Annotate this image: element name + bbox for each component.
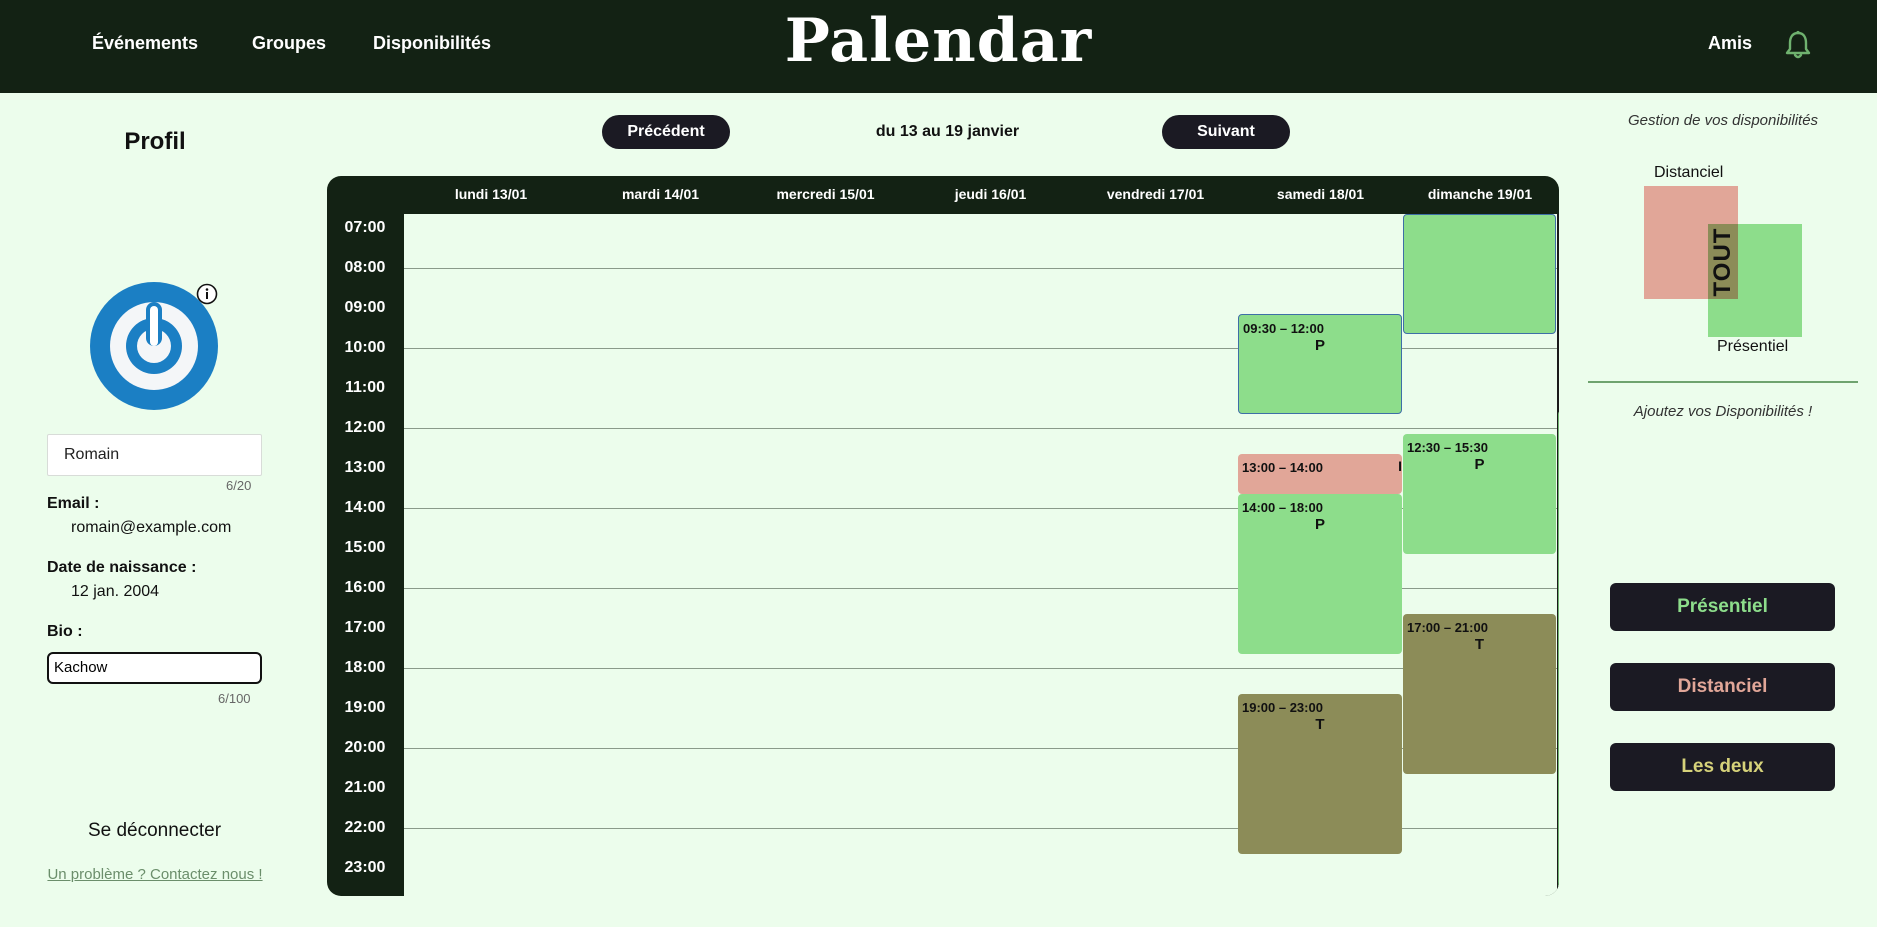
hour-label: 18:00 [344, 659, 386, 676]
calendar-scrollbar-thumb[interactable] [1558, 411, 1559, 896]
availability-type: P [1314, 337, 1325, 354]
legend-tout-label: TOUT [1709, 227, 1736, 297]
next-week-button[interactable]: Suivant [1162, 115, 1290, 149]
day-header: dimanche 19/01 [1427, 186, 1533, 202]
nav-groupes[interactable]: Groupes [252, 33, 326, 54]
availability-time: 19:00 – 23:00 [1242, 700, 1323, 715]
profile-title: Profil [124, 128, 186, 155]
availability-type: T [1315, 716, 1325, 733]
hour-label: 21:00 [344, 779, 386, 796]
hour-label: 23:00 [344, 859, 386, 876]
availability-block[interactable]: 13:00 – 14:00 I [1238, 454, 1402, 494]
top-navbar: Événements Groupes Disponibilités Palend… [0, 0, 1877, 93]
previous-week-button[interactable]: Précédent [602, 115, 730, 149]
grid-line [404, 668, 1558, 669]
nav-disponibilites[interactable]: Disponibilités [373, 33, 491, 54]
day-header: mardi 14/01 [621, 186, 700, 202]
availability-block[interactable]: 19:00 – 23:00 T [1238, 694, 1402, 854]
hour-label: 22:00 [344, 819, 386, 836]
week-range: du 13 au 19 janvier [875, 123, 1020, 140]
bio-input[interactable]: Kachow [47, 652, 262, 684]
hour-label: 10:00 [344, 339, 386, 356]
availability-time: 12:30 – 15:30 [1407, 440, 1488, 455]
availability-time: 09:30 – 12:00 [1243, 321, 1324, 336]
mode-presentiel-button[interactable]: Présentiel [1610, 583, 1835, 631]
grid-line [404, 268, 1558, 269]
legend-presentiel-label: Présentiel [1717, 338, 1789, 355]
info-icon[interactable] [196, 283, 218, 305]
bio-label: Bio : [47, 623, 83, 640]
availability-type: P [1314, 516, 1325, 533]
availability-block[interactable]: 09:30 – 12:00 P [1238, 314, 1402, 414]
hour-label: 08:00 [344, 259, 386, 276]
bell-icon[interactable] [1784, 30, 1812, 60]
availability-time: 17:00 – 21:00 [1407, 620, 1488, 635]
logout-button[interactable]: Se déconnecter [47, 820, 262, 842]
nav-amis[interactable]: Amis [1708, 33, 1752, 54]
day-header: mercredi 15/01 [776, 186, 875, 202]
email-value: romain@example.com [71, 519, 232, 536]
availability-truncated-type: I [1398, 458, 1402, 474]
availability-block[interactable]: 17:00 – 21:00 T [1403, 614, 1556, 774]
day-header: lundi 13/01 [454, 186, 528, 202]
day-header: jeudi 16/01 [954, 186, 1027, 202]
availability-type: T [1474, 636, 1485, 653]
hour-label: 20:00 [344, 739, 386, 756]
hour-label: 09:00 [344, 299, 386, 316]
availability-block[interactable]: 14:00 – 18:00 P [1238, 494, 1402, 654]
birthdate-label: Date de naissance : [47, 559, 197, 576]
hour-label: 16:00 [344, 579, 386, 596]
day-header: vendredi 17/01 [1106, 186, 1205, 202]
hour-label: 14:00 [344, 499, 386, 516]
contact-link[interactable]: Un problème ? Contactez nous ! [30, 866, 280, 883]
hour-label: 13:00 [344, 459, 386, 476]
panel-divider [1588, 381, 1858, 383]
panel-subtitle: Ajoutez vos Disponibilités ! [1633, 403, 1813, 420]
hour-label: 15:00 [344, 539, 386, 556]
mode-both-button[interactable]: Les deux [1610, 743, 1835, 791]
availability-block[interactable]: 12:30 – 15:30 P [1403, 434, 1556, 554]
legend-distanciel-label: Distanciel [1654, 164, 1724, 181]
hour-label: 11:00 [344, 379, 386, 396]
email-label: Email : [47, 495, 100, 512]
panel-title: Gestion de vos disponibilités [1627, 112, 1819, 129]
hour-label: 07:00 [344, 219, 386, 236]
birthdate-value: 12 jan. 2004 [71, 583, 160, 600]
availability-time: 14:00 – 18:00 [1242, 500, 1323, 515]
hour-label: 12:00 [344, 419, 386, 436]
availability-type: P [1474, 456, 1485, 473]
day-header: samedi 18/01 [1276, 186, 1365, 202]
hour-label: 19:00 [344, 699, 386, 716]
grid-line [404, 428, 1558, 429]
name-input[interactable] [47, 434, 262, 476]
availability-block[interactable] [1403, 214, 1556, 334]
week-calendar: lundi 13/01 mardi 14/01 mercredi 15/01 jeud… [327, 176, 1559, 896]
hour-label: 17:00 [344, 619, 386, 636]
nav-evenements[interactable]: Événements [92, 33, 198, 54]
name-counter: 6/20 [226, 478, 252, 493]
mode-distanciel-button[interactable]: Distanciel [1610, 663, 1835, 711]
bio-counter: 6/100 [218, 691, 251, 706]
availability-time: 13:00 – 14:00 [1242, 460, 1323, 475]
